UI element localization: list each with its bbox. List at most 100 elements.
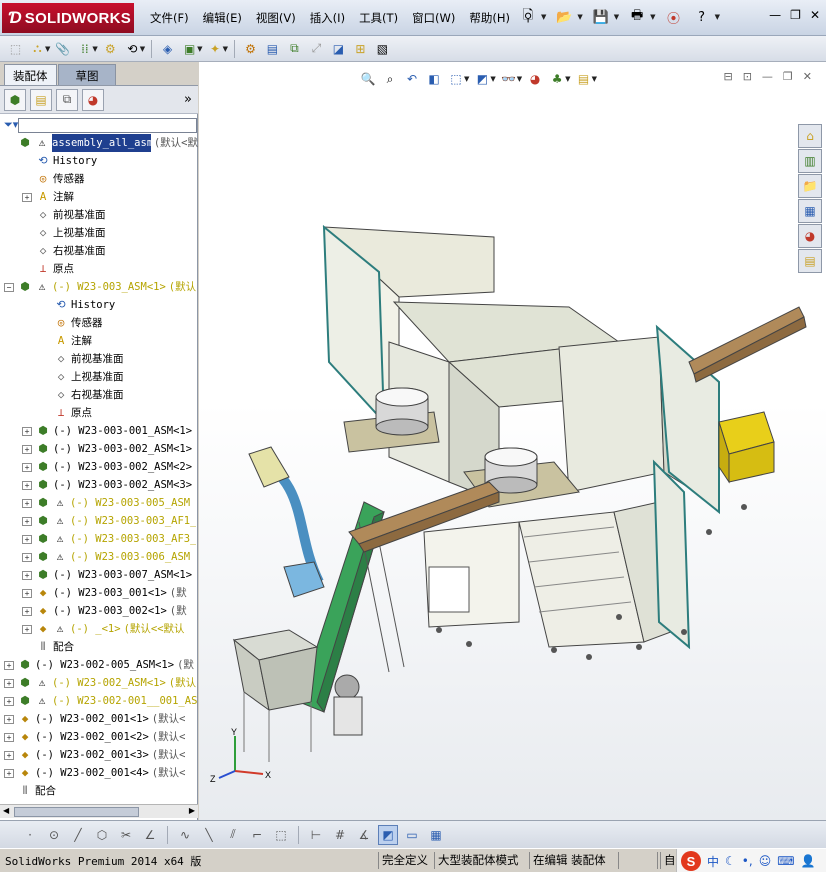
exploded-view-icon[interactable]: ⧉ — [285, 39, 304, 58]
expand-icon[interactable]: + — [4, 732, 14, 742]
tree-node[interactable]: ⊥ 原点 — [0, 260, 198, 278]
expand-icon[interactable]: + — [22, 444, 32, 454]
tree-node[interactable]: + ⬢ ⚠ (-) W23-002_ASM<1> (默认 — [0, 674, 198, 692]
tree-horizontal-scrollbar[interactable]: ◀ ▶ — [0, 804, 198, 818]
expand-icon[interactable]: + — [22, 426, 32, 436]
menu-window[interactable]: 窗口(W) — [412, 10, 455, 26]
tree-node[interactable]: + ◆ (-) W23-003_002<1> (默 — [0, 602, 198, 620]
circle-icon[interactable]: ⊙ — [44, 825, 64, 845]
smart-fasteners-icon[interactable]: ⚙ — [101, 39, 120, 58]
tree-node[interactable]: ⫴ 配合 — [0, 638, 198, 656]
tree-node[interactable]: ◇ 右视基准面 — [0, 386, 198, 404]
hide-show-items-icon[interactable]: 👓 — [500, 70, 518, 88]
expand-icon[interactable]: + — [22, 498, 32, 508]
expand-icon[interactable]: + — [22, 588, 32, 598]
open-dropdown-icon[interactable]: ▼ — [577, 13, 582, 21]
menu-insert[interactable]: 插入(I) — [310, 10, 345, 26]
tree-node[interactable]: ◇ 前视基准面 — [0, 350, 198, 368]
hide-show-dropdown-icon[interactable]: ▼ — [517, 75, 522, 83]
save-icon[interactable]: 💾 — [591, 7, 611, 27]
pattern-dropdown-icon[interactable]: ▼ — [92, 45, 97, 53]
viewport-minimize-icon[interactable]: — — [762, 70, 773, 83]
dimension-icon[interactable]: ⊢ — [306, 825, 326, 845]
expand-icon[interactable]: + — [22, 516, 32, 526]
menu-help[interactable]: 帮助(H) — [469, 10, 510, 26]
dotted-rectangle-icon[interactable]: ⬚ — [271, 825, 291, 845]
expand-icon[interactable]: + — [22, 534, 32, 544]
tree-node[interactable]: A 注解 — [0, 332, 198, 350]
menu-file[interactable]: 文件(F) — [150, 10, 189, 26]
tree-node[interactable]: ⬢ ⚠ assembly_all_asm (默认<默 — [0, 134, 198, 152]
reference-dropdown-icon[interactable]: ▼ — [223, 45, 228, 53]
ime-keyboard-icon[interactable]: ⌨ — [777, 854, 794, 868]
minimize-icon[interactable]: — — [769, 8, 781, 22]
insert-component-icon[interactable]: ⬚ — [6, 39, 25, 58]
interference-detection-icon[interactable]: ◪ — [329, 39, 348, 58]
tree-node[interactable]: ◇ 右视基准面 — [0, 242, 198, 260]
section-view-icon[interactable]: ◧ — [425, 70, 443, 88]
tree-node[interactable]: + ⬢ ⚠ (-) W23-002-001__001_AS — [0, 692, 198, 710]
tree-node[interactable]: ◇ 前视基准面 — [0, 206, 198, 224]
filter-icon[interactable]: ⏷▾ — [4, 118, 18, 132]
instant3d-icon[interactable]: ▧ — [373, 39, 392, 58]
filter-input[interactable] — [18, 117, 198, 133]
expand-icon[interactable]: + — [22, 552, 32, 562]
print-icon[interactable]: 🖶 — [627, 7, 647, 27]
tree-node[interactable]: ⟲ History — [0, 296, 198, 314]
display-style-icon[interactable]: ◩ — [473, 70, 491, 88]
zoom-to-area-icon[interactable]: ⌕ — [381, 70, 399, 88]
tree-node[interactable]: ◎ 传感器 — [0, 314, 198, 332]
viewport-tile-icon[interactable]: ⊡ — [743, 70, 752, 83]
tree-node[interactable]: + ⬢ (-) W23-003-001_ASM<1> — [0, 422, 198, 440]
tree-node[interactable]: + ◆ (-) W23-002_001<1> (默认< — [0, 710, 198, 728]
scroll-left-icon[interactable]: ◀ — [3, 806, 9, 815]
bill-of-materials-icon[interactable]: ▤ — [263, 39, 282, 58]
tree-node[interactable]: + ◆ (-) W23-003_001<1> (默 — [0, 584, 198, 602]
polygon-icon[interactable]: ⬡ — [92, 825, 112, 845]
rebuild-traffic-light-icon[interactable]: ⦿ — [664, 7, 684, 27]
tree-node[interactable]: ⊥ 原点 — [0, 404, 198, 422]
point-icon[interactable]: · — [20, 825, 40, 845]
previous-view-icon[interactable]: ↶ — [403, 70, 421, 88]
clearance-verification-icon[interactable]: ⊞ — [351, 39, 370, 58]
grid-icon[interactable]: # — [330, 825, 350, 845]
ime-punct-icon[interactable]: •, — [742, 854, 753, 868]
expand-icon[interactable]: + — [22, 606, 32, 616]
solidworks-logo[interactable]: Ɗ SOLIDWORKS — [2, 3, 134, 33]
print-dropdown-icon[interactable]: ▼ — [650, 13, 655, 21]
tree-node[interactable]: + ⬢ ⚠ (-) W23-003-005_ASM — [0, 494, 198, 512]
open-folder-icon[interactable]: 📂 — [554, 7, 574, 27]
expand-icon[interactable]: + — [4, 678, 14, 688]
scroll-right-icon[interactable]: ▶ — [189, 806, 195, 815]
file-explorer-icon[interactable]: 📁 — [798, 174, 822, 198]
scene-dropdown-icon[interactable]: ▼ — [565, 75, 570, 83]
ime-mode-chinese[interactable]: 中 — [707, 853, 719, 870]
property-manager-tab-icon[interactable]: ▤ — [30, 88, 52, 111]
expand-icon[interactable]: + — [22, 192, 32, 202]
tab-assembly[interactable]: 装配体 — [4, 64, 57, 85]
assembly-model[interactable] — [199, 62, 826, 820]
menu-view[interactable]: 视图(V) — [256, 10, 296, 26]
close-icon[interactable]: ✕ — [810, 8, 820, 22]
tree-node[interactable]: + ⬢ (-) W23-003-002_ASM<1> — [0, 440, 198, 458]
tree-node[interactable]: + A 注解 — [0, 188, 198, 206]
mate-icon[interactable]: 📎 — [53, 39, 72, 58]
tree-node[interactable]: + ⬢ (-) W23-003-002_ASM<2> — [0, 458, 198, 476]
trim-icon[interactable]: ✂ — [116, 825, 136, 845]
configuration-manager-tab-icon[interactable]: ⧉ — [56, 88, 78, 111]
explode-line-sketch-icon[interactable]: ⤢ — [307, 39, 326, 58]
ime-emoji-icon[interactable]: ☺ — [759, 854, 772, 868]
viewport-close-icon[interactable]: ✕ — [803, 70, 812, 83]
tree-node[interactable]: ◇ 上视基准面 — [0, 224, 198, 242]
expand-icon[interactable]: + — [4, 714, 14, 724]
centerline-icon[interactable]: ╲ — [199, 825, 219, 845]
viewport-split-icon[interactable]: ⊟ — [723, 70, 732, 83]
tree-node[interactable]: + ⬢ (-) W23-002-005_ASM<1> (默 — [0, 656, 198, 674]
new-motion-study-icon[interactable]: ⚙ — [241, 39, 260, 58]
view-settings-dropdown-icon[interactable]: ▼ — [592, 75, 597, 83]
split-quad-icon[interactable]: ▦ — [426, 825, 446, 845]
tree-node[interactable]: + ◆ (-) W23-002_001<2> (默认< — [0, 728, 198, 746]
view-orientation-dropdown-icon[interactable]: ▼ — [464, 75, 469, 83]
help-dropdown-icon[interactable]: ▼ — [715, 13, 720, 21]
features-dropdown-icon[interactable]: ▼ — [197, 45, 202, 53]
